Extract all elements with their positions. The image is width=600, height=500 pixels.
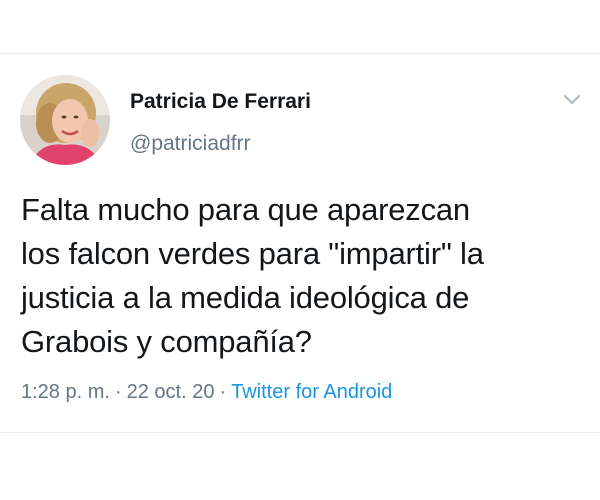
tweet-card[interactable]: Patricia De Ferrari @patriciadfrr Falta … [0, 54, 600, 432]
meta-separator: · [114, 381, 122, 403]
tweet-date[interactable]: 22 oct. 20 [127, 381, 215, 403]
tweet-text: Falta mucho para que aparezcan los falco… [21, 192, 484, 359]
tweet-time[interactable]: 1:28 p. m. [21, 381, 110, 403]
tweet-source-link[interactable]: Twitter for Android [231, 381, 392, 403]
author-avatar[interactable] [20, 75, 110, 165]
author-display-name[interactable]: Patricia De Ferrari [130, 90, 311, 114]
avatar-image [20, 75, 110, 165]
meta-separator: · [219, 381, 227, 403]
tweet-metadata: 1:28 p. m. · 22 oct. 20 · Twitter for Androi… [21, 381, 392, 404]
chevron-down-icon[interactable] [560, 90, 584, 110]
author-handle[interactable]: @patriciadfrr [130, 132, 251, 156]
bottom-divider [0, 432, 600, 433]
